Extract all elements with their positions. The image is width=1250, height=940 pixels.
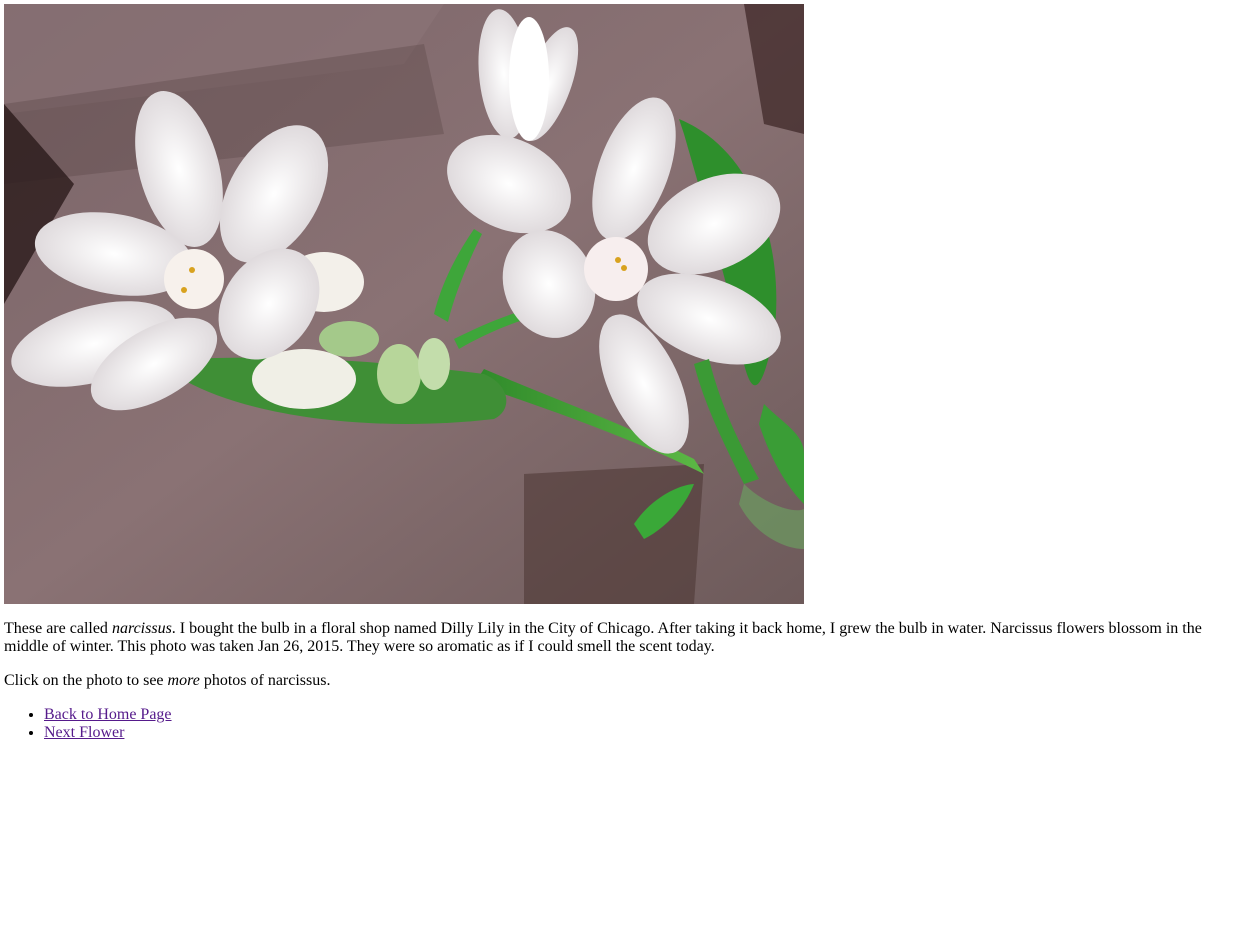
instruction-part2: photos of narcissus. — [199, 672, 331, 689]
description-emphasis: narcissus — [111, 620, 172, 637]
instruction-paragraph: Click on the photo to see more photos of… — [4, 672, 1250, 690]
nav-item-home: Back to Home Page — [44, 706, 1250, 724]
nav-links: Back to Home Page Next Flower — [4, 706, 1250, 742]
description-part2: . I bought the bulb in a floral shop nam… — [4, 620, 1202, 655]
description-paragraph: These are called narcissus. I bought the… — [4, 620, 1250, 656]
description-part1: These are called — [4, 620, 112, 637]
nav-item-next: Next Flower — [44, 724, 1250, 742]
instruction-part1: Click on the photo to see — [4, 672, 168, 689]
back-to-home-link[interactable]: Back to Home Page — [44, 706, 172, 723]
page: These are called narcissus. I bought the… — [0, 0, 1250, 742]
narcissus-photo-link[interactable] — [4, 4, 804, 604]
narcissus-photo — [4, 4, 804, 604]
next-flower-link[interactable]: Next Flower — [44, 724, 124, 741]
instruction-emphasis: more — [167, 672, 200, 689]
